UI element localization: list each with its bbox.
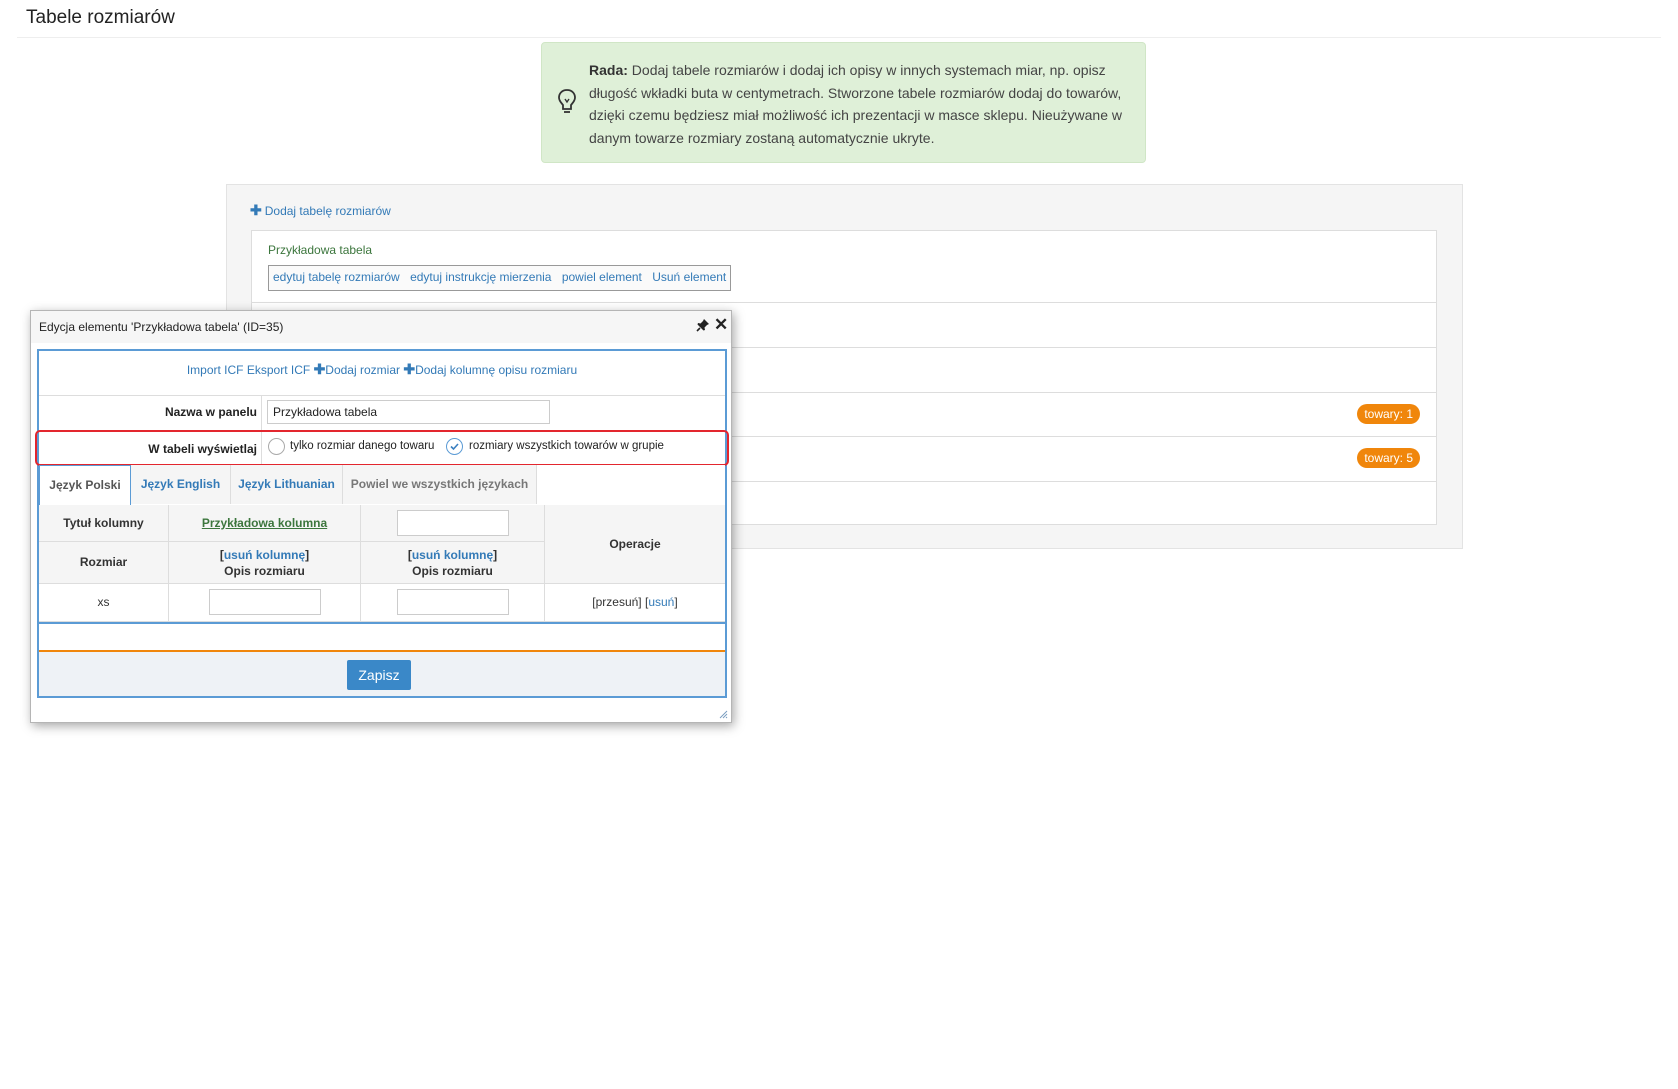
panel-name-input[interactable] — [267, 400, 550, 424]
dialog-header[interactable]: Edycja elementu 'Przykładowa tabela' (ID… — [31, 311, 731, 343]
add-size-link[interactable]: Dodaj rozmiar — [325, 363, 400, 377]
delete-element-link[interactable]: Usuń element — [652, 270, 726, 284]
edit-measuring-instructions-link[interactable]: edytuj instrukcję mierzenia — [410, 270, 551, 284]
add-size-table-label: Dodaj tabelę rozmiarów — [264, 204, 391, 218]
bracket-close: ] — [674, 595, 678, 609]
import-icf-link[interactable]: Import ICF — [187, 363, 244, 377]
table-bottom-rule — [39, 622, 725, 624]
bracket-close: ] — [305, 548, 310, 562]
operations-header: Operacje — [545, 505, 725, 584]
dialog-footer: Zapisz — [39, 652, 725, 696]
edit-size-table-link[interactable]: edytuj tabelę rozmiarów — [273, 270, 400, 284]
list-item-name[interactable]: Przykładowa tabela — [268, 243, 372, 257]
size-value: xs — [39, 584, 169, 622]
plus-icon: ✚ — [250, 202, 262, 218]
description-input[interactable] — [209, 589, 321, 615]
divider — [261, 395, 262, 430]
export-icf-link[interactable]: Eksport ICF — [247, 363, 310, 377]
description-input[interactable] — [397, 589, 509, 615]
tip-body: Dodaj tabele rozmiarów i dodaj ich opisy… — [589, 62, 1122, 146]
description-header: [usuń kolumnę] Opis rozmiaru — [169, 542, 361, 584]
move-row-button[interactable]: [przesuń] — [592, 595, 641, 609]
column-title-header: Tytuł kolumny — [39, 505, 169, 542]
operations-cell: [przesuń] [usuń] — [545, 584, 725, 622]
size-header: Rozmiar — [39, 542, 169, 584]
pin-icon[interactable] — [696, 318, 710, 332]
dialog-toolbar: Import ICF Eksport ICF ✚Dodaj rozmiar ✚D… — [39, 351, 725, 396]
delete-row-link[interactable]: usuń — [648, 595, 674, 609]
name-label: Nazwa w panelu — [164, 405, 257, 419]
tab-polish[interactable]: Język Polski — [39, 465, 131, 505]
add-size-table-link[interactable]: ✚ Dodaj tabelę rozmiarów — [250, 202, 391, 219]
products-count-badge: towary: 5 — [1357, 448, 1420, 468]
tip-text: Rada: Dodaj tabele rozmiarów i dodaj ich… — [589, 59, 1129, 149]
plus-icon: ✚ — [313, 361, 326, 377]
tab-lithuanian[interactable]: Język Lithuanian — [231, 465, 343, 504]
language-tabs: Język Polski Język English Język Lithuan… — [39, 465, 725, 506]
page-title: Tabele rozmiarów — [26, 7, 175, 28]
remove-column-link[interactable]: usuń kolumnę — [412, 548, 493, 562]
size-table: Tytuł kolumny Przykładowa kolumna Operac… — [39, 505, 725, 626]
add-description-column-link[interactable]: Dodaj kolumnę opisu rozmiaru — [415, 363, 577, 377]
name-row: Nazwa w panelu — [39, 395, 725, 431]
dialog-content: Import ICF Eksport ICF ✚Dodaj rozmiar ✚D… — [35, 349, 729, 698]
title-divider — [17, 37, 1661, 38]
description-cell — [169, 584, 361, 622]
list-item-actions: edytuj tabelę rozmiarów edytuj instrukcj… — [268, 265, 732, 291]
tip-box: Rada: Dodaj tabele rozmiarów i dodaj ich… — [541, 42, 1146, 163]
dialog-title: Edycja elementu 'Przykładowa tabela' (ID… — [39, 320, 284, 334]
column-title-cell — [361, 505, 545, 542]
column-2-title-input[interactable] — [397, 510, 509, 536]
tip-label: Rada: — [589, 62, 628, 78]
close-icon[interactable]: ✕ — [714, 316, 728, 333]
description-cell — [361, 584, 545, 622]
column-1-title-link[interactable]: Przykładowa kolumna — [202, 516, 327, 530]
plus-icon: ✚ — [403, 361, 416, 377]
bracket-close: ] — [493, 548, 498, 562]
save-button[interactable]: Zapisz — [347, 660, 411, 690]
edit-element-dialog: Edycja elementu 'Przykładowa tabela' (ID… — [30, 310, 732, 723]
column-title-cell: Przykładowa kolumna — [169, 505, 361, 542]
duplicate-element-link[interactable]: powiel element — [562, 270, 642, 284]
list-item: Przykładowa tabela edytuj tabelę rozmiar… — [252, 231, 1436, 303]
tab-copy-all-languages[interactable]: Powiel we wszystkich językach — [343, 465, 537, 504]
highlight-annotation — [35, 430, 729, 466]
description-label: Opis rozmiaru — [224, 564, 305, 578]
products-count-badge: towary: 1 — [1357, 404, 1420, 424]
description-label: Opis rozmiaru — [412, 564, 493, 578]
remove-column-link[interactable]: usuń kolumnę — [224, 548, 305, 562]
description-header: [usuń kolumnę] Opis rozmiaru — [361, 542, 545, 584]
tab-english[interactable]: Język English — [131, 465, 231, 504]
lightbulb-icon — [558, 89, 576, 113]
resize-handle-icon[interactable] — [719, 710, 728, 719]
